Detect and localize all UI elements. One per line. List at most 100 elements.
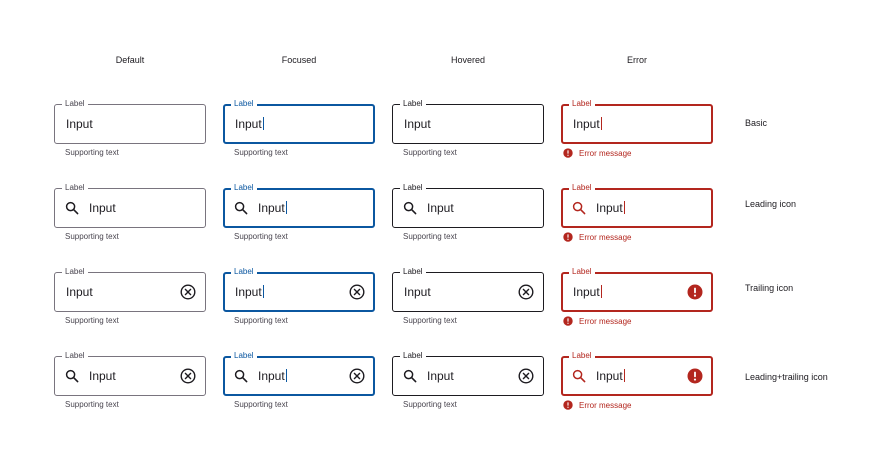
field-input-value[interactable]: Input — [573, 117, 602, 131]
column-header-hovered: Hovered — [450, 55, 486, 65]
clear-icon[interactable] — [518, 284, 534, 300]
error-message-text: Error message — [579, 401, 632, 410]
search-icon — [234, 201, 248, 215]
field-label: Label — [62, 351, 88, 361]
field-input-value[interactable]: Input — [573, 285, 602, 299]
field-input-value[interactable]: Input — [596, 369, 625, 383]
field-input-value[interactable]: Input — [427, 201, 454, 215]
search-icon — [65, 369, 79, 383]
row-label-leading-icon: Leading icon — [745, 199, 797, 209]
error-message-text: Error message — [579, 317, 632, 326]
field-label: Label — [569, 99, 595, 109]
field-label: Label — [62, 267, 88, 277]
text-caret — [285, 201, 287, 214]
field-label: Label — [400, 99, 426, 109]
search-icon — [65, 201, 79, 215]
clear-icon[interactable] — [349, 284, 365, 300]
text-caret — [262, 285, 264, 298]
supporting-text: Supporting text — [403, 316, 457, 325]
supporting-text: Supporting text — [65, 316, 119, 325]
text-field-leading-default[interactable]: Label Input — [54, 183, 206, 228]
field-input-value[interactable]: Input — [258, 201, 287, 215]
field-input-value[interactable]: Input — [89, 369, 116, 383]
text-field-leading-focused[interactable]: Label Input — [223, 183, 375, 228]
supporting-text: Supporting text — [65, 148, 119, 157]
supporting-text: Supporting text — [403, 148, 457, 157]
text-field-trailing-default[interactable]: Label Input — [54, 267, 206, 312]
field-input-value[interactable]: Input — [258, 369, 287, 383]
error-message-text: Error message — [579, 149, 632, 158]
field-label: Label — [400, 183, 426, 193]
text-field-both-error[interactable]: Label Input — [561, 351, 713, 396]
field-input-value[interactable]: Input — [66, 285, 93, 299]
text-field-both-default[interactable]: Label Input — [54, 351, 206, 396]
text-field-basic-focused[interactable]: Label Input — [223, 99, 375, 144]
field-label: Label — [231, 99, 257, 109]
row-label-leading-trailing-icon: Leading+trailing icon — [745, 372, 828, 382]
search-icon — [572, 369, 586, 383]
clear-icon[interactable] — [180, 284, 196, 300]
field-label: Label — [569, 351, 595, 361]
text-field-trailing-error[interactable]: Label Input — [561, 267, 713, 312]
text-caret — [600, 117, 602, 130]
search-icon — [403, 201, 417, 215]
supporting-text: Supporting text — [234, 316, 288, 325]
text-field-trailing-focused[interactable]: Label Input — [223, 267, 375, 312]
text-field-leading-error[interactable]: Label Input — [561, 183, 713, 228]
search-icon — [403, 369, 417, 383]
field-input-value[interactable]: Input — [89, 201, 116, 215]
error-message: Error message — [563, 400, 631, 411]
field-label: Label — [231, 267, 257, 277]
field-input-value[interactable]: Input — [404, 117, 431, 131]
supporting-text: Supporting text — [234, 232, 288, 241]
field-input-value[interactable]: Input — [66, 117, 93, 131]
field-input-value[interactable]: Input — [427, 369, 454, 383]
error-message: Error message — [563, 316, 631, 327]
clear-icon[interactable] — [349, 368, 365, 384]
field-input-value[interactable]: Input — [235, 285, 264, 299]
error-icon — [687, 368, 703, 384]
error-icon — [563, 316, 573, 326]
text-caret — [623, 201, 625, 214]
error-message: Error message — [563, 148, 631, 159]
supporting-text: Supporting text — [234, 148, 288, 157]
field-label: Label — [569, 267, 595, 277]
field-label: Label — [62, 99, 88, 109]
clear-icon[interactable] — [180, 368, 196, 384]
text-field-basic-error[interactable]: Label Input — [561, 99, 713, 144]
search-icon — [572, 201, 586, 215]
field-label: Label — [231, 183, 257, 193]
error-icon — [563, 232, 573, 242]
text-field-leading-hovered[interactable]: Label Input — [392, 183, 544, 228]
error-icon — [563, 400, 573, 410]
field-label: Label — [400, 267, 426, 277]
search-icon — [234, 369, 248, 383]
text-field-both-hovered[interactable]: Label Input — [392, 351, 544, 396]
text-field-basic-hovered[interactable]: Label Input — [392, 99, 544, 144]
field-label: Label — [231, 351, 257, 361]
field-label: Label — [400, 351, 426, 361]
text-field-basic-default[interactable]: Label Input — [54, 99, 206, 144]
supporting-text: Supporting text — [403, 232, 457, 241]
column-header-default: Default — [115, 55, 145, 65]
field-label: Label — [62, 183, 88, 193]
supporting-text: Supporting text — [234, 400, 288, 409]
row-label-trailing-icon: Trailing icon — [745, 283, 794, 293]
field-input-value[interactable]: Input — [404, 285, 431, 299]
column-header-error: Error — [627, 55, 647, 65]
text-caret — [262, 117, 264, 130]
supporting-text: Supporting text — [403, 400, 457, 409]
text-caret — [623, 369, 625, 382]
column-header-focused: Focused — [281, 55, 317, 65]
error-icon — [563, 148, 573, 158]
text-caret — [600, 285, 602, 298]
text-field-trailing-hovered[interactable]: Label Input — [392, 267, 544, 312]
field-label: Label — [569, 183, 595, 193]
field-input-value[interactable]: Input — [596, 201, 625, 215]
clear-icon[interactable] — [518, 368, 534, 384]
error-message-text: Error message — [579, 233, 632, 242]
row-label-basic: Basic — [745, 118, 768, 128]
text-field-both-focused[interactable]: Label Input — [223, 351, 375, 396]
supporting-text: Supporting text — [65, 232, 119, 241]
field-input-value[interactable]: Input — [235, 117, 264, 131]
